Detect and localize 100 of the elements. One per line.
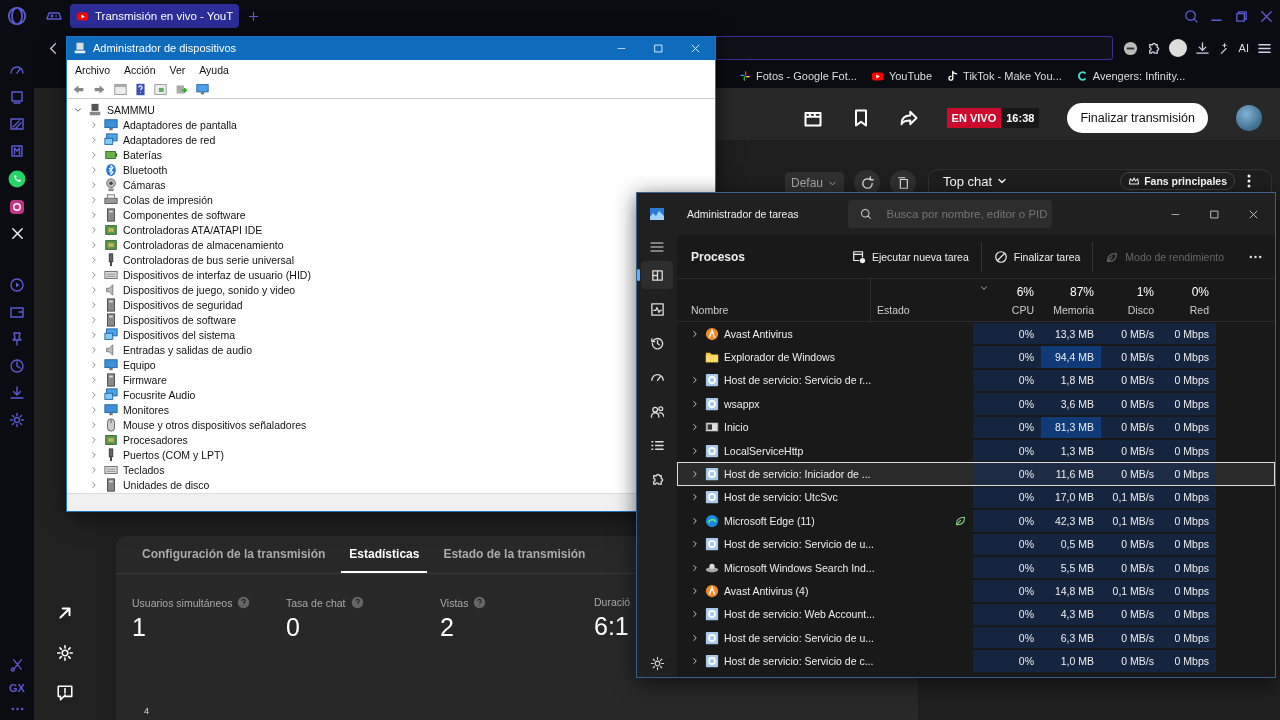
chevron-icon[interactable]	[89, 405, 99, 416]
channel-avatar[interactable]	[1236, 104, 1262, 131]
tree-item[interactable]: Procesadores	[123, 434, 188, 447]
phone-bubble-icon[interactable]	[8, 170, 26, 188]
tree-item[interactable]: Controladoras de almacenamiento	[123, 239, 284, 252]
bookmark[interactable]: TikTok - Make You...	[946, 70, 1062, 82]
x-icon[interactable]	[9, 226, 25, 241]
stream-tab[interactable]: Estado de la transmisión	[435, 536, 594, 573]
feedback-icon[interactable]	[56, 684, 74, 702]
chevron-icon[interactable]	[89, 360, 99, 371]
ring-logo-icon[interactable]	[7, 6, 27, 26]
panel-icon[interactable]	[153, 82, 168, 96]
process-row[interactable]: Microsoft Windows Search Ind... 0% 5,5 MB 0 MB/s 0 Mbps	[677, 555, 1275, 580]
wallet-icon[interactable]	[9, 304, 25, 320]
expand-chevron-icon[interactable]	[690, 328, 700, 339]
tree-item[interactable]: Bluetooth	[123, 164, 168, 177]
process-row[interactable]: Explorador de Windows 0% 94,4 MB 0 MB/s 0 Mbps	[677, 345, 1275, 369]
tree-item[interactable]: Cámaras	[123, 179, 166, 192]
tree-item[interactable]: Entradas y salidas de audio	[123, 344, 252, 357]
chevron-icon[interactable]	[89, 135, 99, 146]
process-row[interactable]: Inicio 0% 81,3 MB 0 MB/s 0 Mbps	[677, 415, 1275, 439]
tree-item[interactable]: Teclados	[123, 464, 165, 477]
preview-select[interactable]: Defau	[784, 172, 844, 194]
chevron-icon[interactable]	[89, 330, 99, 341]
column-header[interactable]: Memoria	[1053, 303, 1094, 316]
chevron-icon[interactable]	[89, 225, 99, 236]
tree-item[interactable]: Dispositivos de software	[123, 314, 237, 327]
process-row[interactable]: Avast Antivirus (4) 0% 14,8 MB 0,1 MB/s 0 Mbps	[677, 579, 1275, 603]
expand-chevron-icon[interactable]	[690, 398, 700, 409]
m-box-icon[interactable]	[9, 143, 25, 159]
process-row[interactable]: Host de servicio: Servicio de r... 0% 1,8 MB 0 MB/s 0 Mbps	[677, 368, 1275, 393]
tree-item[interactable]: Adaptadores de red	[123, 134, 216, 147]
expand-chevron-icon[interactable]	[690, 445, 700, 456]
scissors-icon[interactable]	[9, 657, 25, 672]
monitor-icon[interactable]	[195, 82, 210, 96]
process-row[interactable]: Microsoft Edge (11) 0% 42,3 MB 0,1 MB/s 0 Mbps	[677, 509, 1275, 533]
tree-item[interactable]: Mouse y otros dispositivos señaladores	[123, 419, 307, 432]
tree-item[interactable]: Dispositivos del sistema	[123, 329, 236, 342]
window-icon[interactable]	[9, 89, 25, 105]
tree-item[interactable]: Unidades de disco	[123, 479, 210, 492]
close-icon[interactable]	[690, 42, 701, 54]
striped-box-icon[interactable]	[9, 116, 25, 132]
chevron-icon[interactable]	[89, 255, 99, 266]
chevron-icon[interactable]	[89, 195, 99, 206]
expand-chevron-icon[interactable]	[690, 375, 700, 386]
expand-chevron-icon[interactable]	[690, 562, 700, 573]
column-header[interactable]: Disco	[1127, 303, 1154, 316]
camera-icon[interactable]	[9, 199, 25, 215]
tree-item[interactable]: Colas de impresión	[123, 194, 213, 207]
ai-label[interactable]: AI	[1238, 42, 1249, 54]
process-row[interactable]: LocalServiceHttp 0% 1,3 MB 0 MB/s 0 Mbps	[677, 438, 1275, 463]
expand-chevron-icon[interactable]	[690, 492, 700, 503]
properties-icon[interactable]	[113, 82, 128, 96]
help-icon[interactable]	[134, 82, 147, 96]
tree-item[interactable]: Firmware	[123, 374, 167, 387]
chevron-icon[interactable]	[89, 150, 99, 161]
browser-tab[interactable]: Transmisión en vivo - YouT	[70, 4, 240, 28]
new-tab-icon[interactable]	[247, 9, 261, 23]
expand-chevron-icon[interactable]	[690, 422, 700, 433]
chevron-icon[interactable]	[89, 435, 99, 446]
bookmark[interactable]: Fotos - Google Fot...	[739, 70, 857, 82]
bookmark[interactable]: Avengers: Infinity...	[1075, 70, 1186, 82]
chevron-icon[interactable]	[89, 375, 99, 386]
stream-tab[interactable]: Estadísticas	[341, 536, 428, 573]
toolbar-button[interactable]: Finalizar tarea	[981, 241, 1094, 272]
chevron-icon[interactable]	[89, 480, 99, 491]
bookmark[interactable]: YouTube	[870, 69, 933, 83]
tree-item[interactable]: SAMMMU	[107, 104, 155, 117]
expand-chevron-icon[interactable]	[690, 656, 700, 667]
column-header[interactable]: Estado	[871, 279, 973, 321]
tree-item[interactable]: Puertos (COM y LPT)	[123, 449, 224, 462]
clock-icon[interactable]	[9, 358, 25, 374]
process-row[interactable]: Host de servicio: Servicio de u... 0% 6,3 MB 0 MB/s 0 Mbps	[677, 626, 1275, 650]
process-row[interactable]: Host de servicio: Servicio de u... 0% 0,5 MB 0 MB/s 0 Mbps	[677, 532, 1275, 556]
chevron-icon[interactable]	[89, 420, 99, 431]
chevron-icon[interactable]	[89, 120, 99, 131]
arrow-icon[interactable]	[56, 604, 74, 622]
search-field[interactable]: Busca por nombre, editor o PID	[848, 200, 1053, 228]
tree-item[interactable]: Baterías	[123, 149, 163, 162]
chevron-icon[interactable]	[89, 315, 99, 326]
tree-item[interactable]: Equipo	[123, 359, 156, 372]
maximize-icon[interactable]	[1209, 208, 1220, 220]
tree-item[interactable]: Controladoras ATA/ATAPI IDE	[123, 224, 263, 237]
tree-item[interactable]: Controladoras de bus serie universal	[123, 254, 294, 267]
restore-icon[interactable]	[1234, 8, 1249, 24]
column-header[interactable]: Nombre	[677, 279, 871, 321]
tree-item[interactable]: Componentes de software	[123, 209, 246, 222]
chevron-icon[interactable]	[89, 450, 99, 461]
close-icon[interactable]	[1259, 8, 1274, 24]
process-row[interactable]: Avast Antivirus 0% 13,3 MB 0 MB/s 0 Mbps	[677, 322, 1275, 346]
gx-label[interactable]: GX	[9, 682, 25, 694]
menu-item[interactable]: Archivo	[75, 64, 110, 77]
stream-tab[interactable]: Configuración de la transmisión	[134, 536, 334, 573]
chevron-icon[interactable]	[89, 390, 99, 401]
menu-item[interactable]: Acción	[124, 64, 156, 77]
search-icon[interactable]	[1184, 8, 1199, 24]
expand-chevron-icon[interactable]	[690, 586, 700, 596]
chevron-icon[interactable]	[89, 165, 99, 176]
chevron-icon[interactable]	[89, 270, 99, 281]
tree-item[interactable]: Adaptadores de pantalla	[123, 119, 237, 132]
